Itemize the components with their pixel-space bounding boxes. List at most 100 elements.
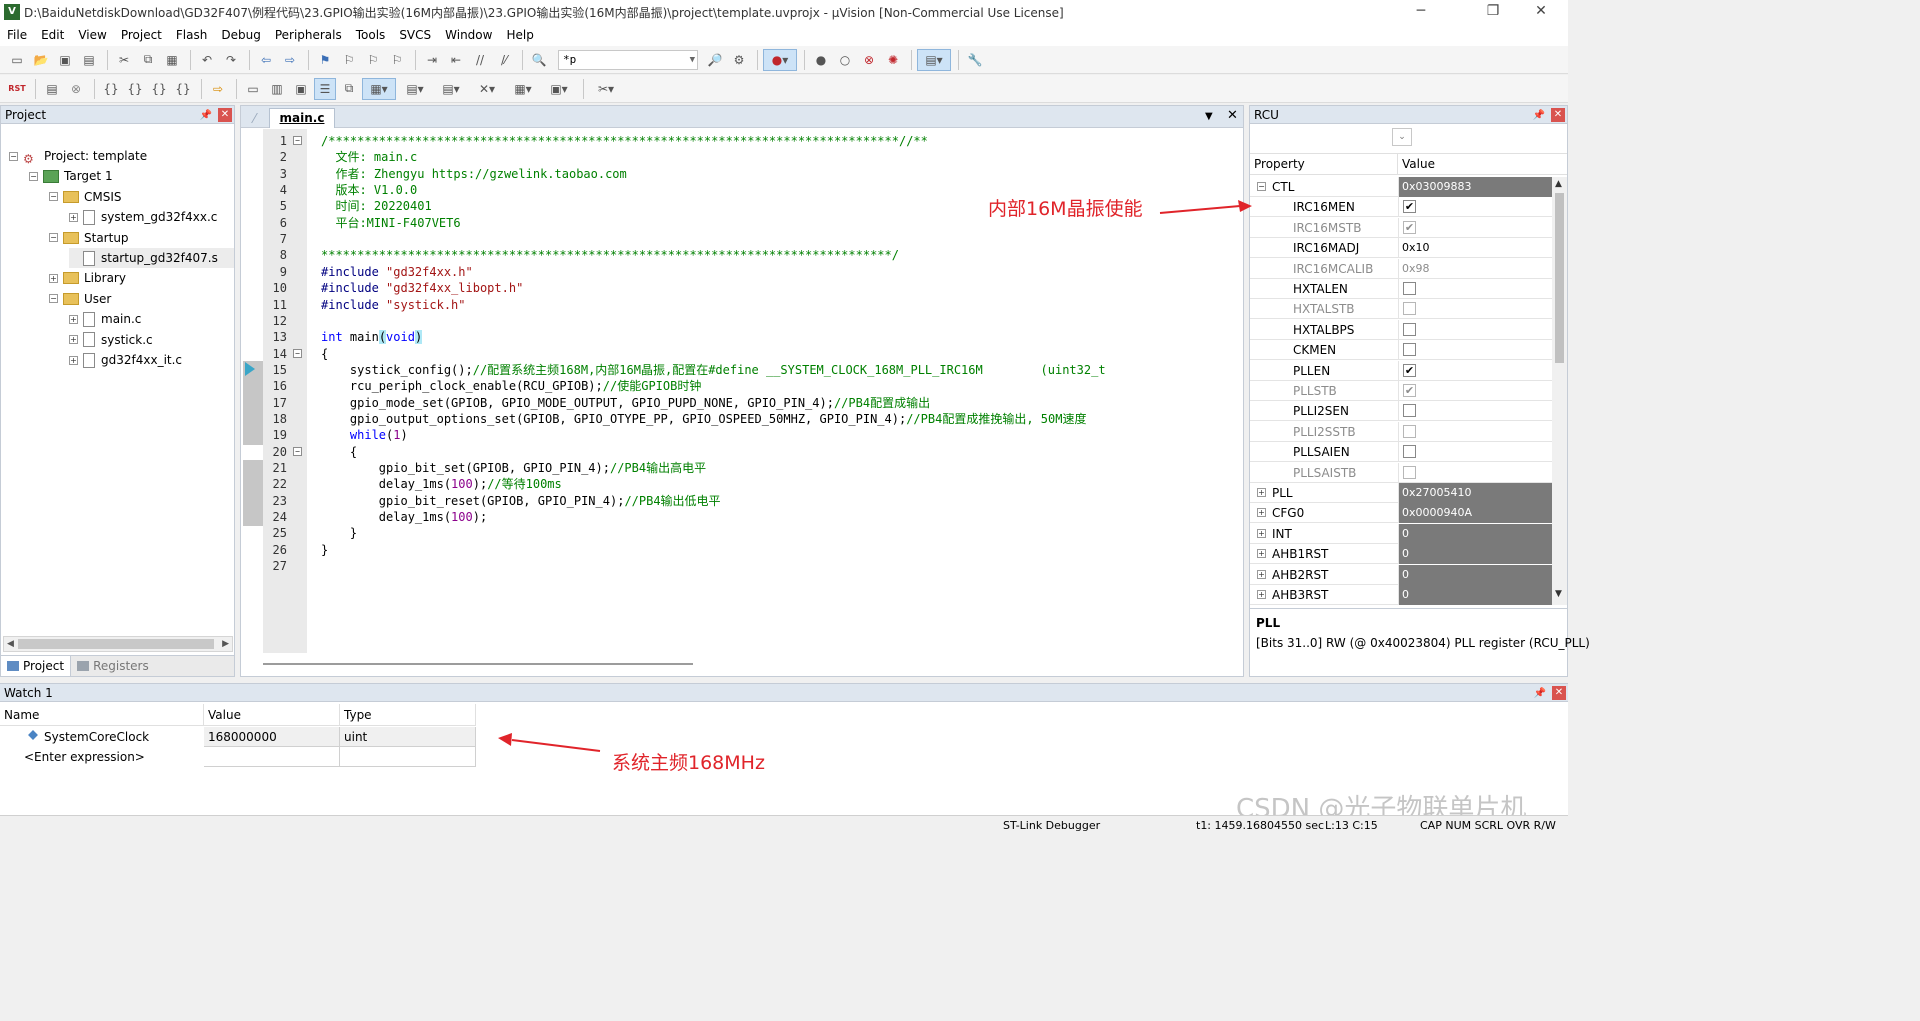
property-value[interactable]: 0x27005410 (1398, 483, 1552, 503)
tree-item[interactable]: + main.c (69, 309, 141, 329)
enter-expression-cell[interactable]: <Enter expression> (0, 747, 204, 767)
code-line[interactable]: 7 (280, 231, 1243, 247)
menu-tools[interactable]: Tools (349, 24, 393, 46)
property-value[interactable]: 0x10 (1398, 238, 1552, 259)
checkbox-unchecked-icon[interactable] (1403, 404, 1416, 418)
redo-icon[interactable]: ↷ (220, 49, 242, 71)
save-icon[interactable]: ▣ (54, 49, 76, 71)
maximize-button[interactable]: ❐ (1470, 0, 1516, 24)
expand-icon[interactable]: + (1257, 488, 1266, 497)
registers-window-icon[interactable]: ☰ (314, 77, 336, 100)
register-row[interactable]: + AHB1RST 0 (1250, 544, 1552, 565)
property-value[interactable]: ✔ (1398, 197, 1552, 218)
bitfield-row[interactable]: IRC16MEN ✔ (1250, 197, 1552, 218)
bitfield-row[interactable]: PLLSAIEN (1250, 442, 1552, 463)
tree-item[interactable]: + Library (49, 268, 126, 288)
tree-item[interactable]: + system_gd32f4xx.c (69, 207, 217, 227)
paste-icon[interactable]: ▦ (161, 49, 183, 71)
find-combo[interactable]: *p ▼ (558, 49, 698, 70)
tree-item[interactable]: − CMSIS (49, 187, 122, 207)
pin-icon[interactable]: 📌 (200, 107, 212, 125)
code-line[interactable]: 18 gpio_output_options_set(GPIOB, GPIO_O… (273, 411, 1243, 427)
register-row[interactable]: + AHB2RST 0 (1250, 564, 1552, 585)
tree-item[interactable]: − Startup (49, 228, 129, 248)
close-icon[interactable]: ✕ (218, 108, 232, 122)
property-value[interactable] (1398, 319, 1552, 340)
cut-icon[interactable]: ✂ (113, 49, 135, 71)
register-row[interactable]: + INT 0 (1250, 523, 1552, 544)
expand-icon[interactable]: + (69, 335, 78, 345)
nav-forward-icon[interactable]: ⇨ (279, 49, 301, 71)
bitfield-row[interactable]: IRC16MCALIB 0x98 (1250, 258, 1552, 279)
scroll-left-icon[interactable]: ◀ (7, 637, 14, 651)
menu-help[interactable]: Help (499, 24, 540, 46)
next-bookmark-icon[interactable]: ⚐ (362, 49, 384, 71)
step-over-icon[interactable]: {} (124, 78, 146, 100)
close-icon[interactable]: ✕ (1552, 686, 1566, 700)
watch-value-cell[interactable] (204, 747, 340, 767)
menu-debug[interactable]: Debug (214, 24, 267, 46)
register-row[interactable]: − CTL 0x03009883 (1250, 177, 1552, 197)
collapse-icon[interactable]: − (29, 171, 38, 181)
menu-peripherals[interactable]: Peripherals (268, 24, 349, 46)
reset-icon[interactable]: RST (6, 78, 28, 100)
code-line[interactable]: 3 作者: Zhengyu https://gzwelink.taobao.co… (280, 166, 1243, 182)
tab-registers[interactable]: Registers (71, 656, 155, 676)
code-line[interactable]: 1− /*************************************… (280, 133, 1243, 149)
disable-all-breakpoints-icon[interactable]: ⊗ (858, 49, 880, 71)
bitfield-row[interactable]: HXTALEN (1250, 279, 1552, 299)
register-row[interactable]: + CFG0 0x0000940A (1250, 503, 1552, 524)
tree-item[interactable]: + gd32f4xx_it.c (69, 350, 182, 370)
code-line[interactable]: 9 #include "gd32f4xx.h" (280, 264, 1243, 280)
tab-project[interactable]: Project (1, 656, 72, 676)
configure-icon[interactable]: 🔧 (964, 49, 986, 71)
code-line[interactable]: 8 ***************************************… (280, 247, 1243, 263)
nav-back-icon[interactable]: ⇦ (255, 49, 277, 71)
property-value[interactable]: 0 (1398, 523, 1552, 544)
close-icon[interactable]: ✕ (1551, 108, 1565, 122)
column-name[interactable]: Name (0, 704, 204, 725)
clear-bookmarks-icon[interactable]: ⚐ (386, 49, 408, 71)
code-line[interactable]: 13 int main(void) (273, 329, 1243, 345)
code-line[interactable]: 12 (273, 313, 1243, 329)
tab-main-c[interactable]: main.c (251, 108, 335, 128)
close-window-button[interactable]: ✕ (1518, 0, 1564, 24)
property-value[interactable] (1398, 340, 1552, 361)
code-line[interactable]: 22 delay_1ms(100);//等待100ms (273, 476, 1243, 492)
close-tab-icon[interactable]: ✕ (1227, 108, 1238, 123)
new-file-icon[interactable]: ▭ (6, 49, 28, 71)
step-into-icon[interactable]: {} (100, 78, 122, 100)
scrollbar-thumb[interactable] (263, 663, 693, 665)
code-line[interactable]: 17 gpio_mode_set(GPIOB, GPIO_MODE_OUTPUT… (273, 395, 1243, 411)
collapse-icon[interactable]: − (49, 192, 58, 202)
watch-row-enter-expression[interactable]: <Enter expression> (0, 747, 476, 767)
code-line[interactable]: 19 while(1) (273, 427, 1243, 443)
project-horizontal-scrollbar[interactable]: ◀ ▶ (3, 636, 233, 652)
menu-flash[interactable]: Flash (169, 24, 214, 46)
pin-icon[interactable]: 📌 (1534, 685, 1546, 703)
tree-item[interactable]: − Target 1 (29, 166, 113, 186)
scrollbar-thumb[interactable] (1555, 193, 1564, 363)
kill-all-breakpoints-icon[interactable]: ✺ (882, 49, 904, 71)
editor-horizontal-scrollbar[interactable] (261, 657, 1241, 671)
copy-icon[interactable]: ⧉ (137, 49, 159, 71)
bitfield-row[interactable]: PLLI2SSTB (1250, 421, 1552, 442)
property-value[interactable]: ✔ (1398, 360, 1552, 381)
expand-icon[interactable]: + (69, 355, 78, 365)
disassembly-window-icon[interactable]: ▥ (266, 78, 288, 100)
checkbox-unchecked-icon[interactable] (1403, 343, 1416, 357)
property-value[interactable]: 0x0000940A (1398, 503, 1552, 524)
expand-icon[interactable]: + (69, 212, 78, 222)
code-line[interactable]: 27 (273, 558, 1243, 574)
scrollbar-thumb[interactable] (18, 639, 214, 649)
analysis-window-icon[interactable]: ✕▾ (470, 78, 504, 100)
bitfield-row[interactable]: PLLSAISTB (1250, 462, 1552, 483)
trace-window-icon[interactable]: ▦▾ (506, 78, 540, 100)
property-value[interactable]: 0 (1398, 585, 1552, 605)
menu-file[interactable]: File (0, 24, 34, 46)
code-line[interactable]: 26} (273, 542, 1243, 558)
tree-item[interactable]: − ⚙ Project: template (9, 146, 147, 166)
expand-icon[interactable]: + (1257, 590, 1266, 599)
code-line[interactable]: 21 gpio_bit_set(GPIOB, GPIO_PIN_4);//PB4… (273, 460, 1243, 476)
chevron-down-icon[interactable]: ⌄ (1392, 128, 1412, 146)
